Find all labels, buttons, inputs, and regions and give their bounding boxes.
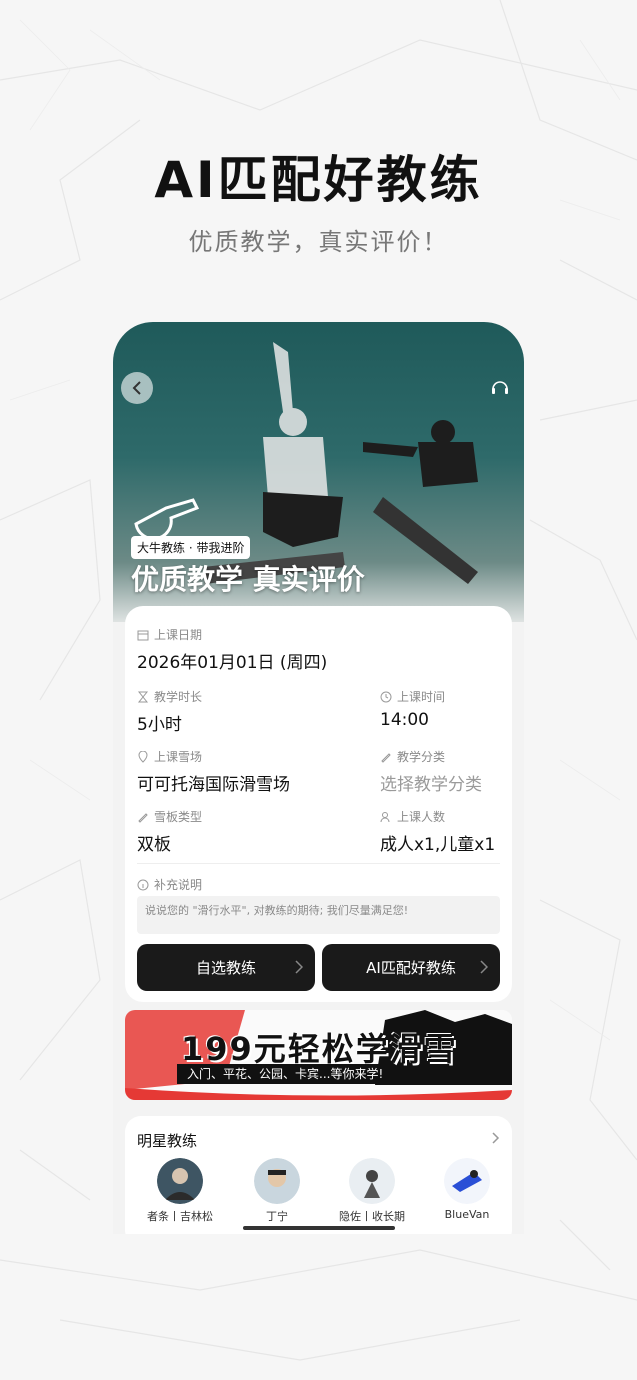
avatar bbox=[157, 1158, 203, 1204]
chevron-right-icon bbox=[480, 960, 488, 974]
people-label-text: 上课人数 bbox=[397, 810, 446, 824]
hero-tag: 大牛教练 · 带我进阶 bbox=[131, 536, 251, 559]
coach-card[interactable]: BlueVan bbox=[431, 1158, 503, 1221]
coach-card[interactable]: 者条丨吉林松 bbox=[144, 1158, 216, 1224]
time-value[interactable]: 14:00 bbox=[380, 710, 429, 730]
back-button[interactable] bbox=[121, 372, 153, 404]
chevron-right-icon[interactable] bbox=[492, 1132, 500, 1144]
ai-match-label: AI匹配好教练 bbox=[366, 959, 456, 977]
ai-match-button[interactable]: AI匹配好教练 bbox=[322, 944, 500, 991]
people-icon bbox=[380, 811, 390, 822]
duration-label-text: 教学时长 bbox=[154, 690, 203, 704]
booking-form-card: 上课日期 2026年01月01日 (周四) 教学时长 5小时 上课时间 14:0… bbox=[125, 606, 512, 1002]
star-coaches-title: 明星教练 bbox=[137, 1132, 198, 1150]
home-indicator bbox=[243, 1226, 395, 1230]
resort-label-text: 上课雪场 bbox=[154, 750, 203, 764]
choose-coach-button[interactable]: 自选教练 bbox=[137, 944, 315, 991]
snowboard-icon bbox=[138, 812, 148, 823]
people-value[interactable]: 成人x1,儿童x1 bbox=[380, 830, 495, 855]
clock-icon bbox=[380, 691, 392, 702]
category-label: 教学分类 bbox=[380, 748, 445, 765]
notes-label-text: 补充说明 bbox=[154, 878, 203, 892]
people-label: 上课人数 bbox=[380, 808, 445, 825]
date-label: 上课日期 bbox=[137, 626, 202, 643]
coach-card[interactable]: 隐佐丨收长期 bbox=[336, 1158, 408, 1224]
pencil-icon bbox=[381, 752, 391, 763]
date-label-text: 上课日期 bbox=[154, 628, 203, 642]
avatar bbox=[254, 1158, 300, 1204]
coach-name: BlueVan bbox=[444, 1208, 490, 1221]
calendar-icon bbox=[137, 630, 149, 640]
coach-name: 丁宁 bbox=[266, 1210, 288, 1223]
coach-card[interactable]: 丁宁 bbox=[241, 1158, 313, 1224]
headset-icon[interactable] bbox=[490, 378, 510, 398]
hourglass-icon bbox=[137, 691, 149, 702]
notes-input[interactable]: 说说您的 "滑行水平", 对教练的期待; 我们尽量满足您! bbox=[137, 896, 500, 934]
avatar bbox=[349, 1158, 395, 1204]
phone-screen: 大牛教练 · 带我进阶 优质教学 真实评价 上课日期 2026年01月01日 (… bbox=[113, 322, 524, 1234]
choose-coach-label: 自选教练 bbox=[195, 959, 256, 977]
coach-name: 者条丨吉林松 bbox=[147, 1210, 213, 1223]
resort-value[interactable]: 可可托海国际滑雪场 bbox=[137, 770, 290, 795]
board-label: 雪板类型 bbox=[137, 808, 202, 825]
avatar bbox=[444, 1158, 490, 1204]
chevron-left-icon bbox=[132, 381, 141, 395]
resort-label: 上课雪场 bbox=[137, 748, 202, 765]
chevron-right-icon bbox=[295, 960, 303, 974]
divider bbox=[137, 863, 500, 864]
duration-label: 教学时长 bbox=[137, 688, 202, 705]
hero-title: 优质教学 真实评价 bbox=[131, 563, 365, 596]
info-icon bbox=[137, 879, 149, 890]
subheadline: 优质教学，真实评价！ bbox=[188, 228, 449, 256]
star-coaches-section: 明星教练 者条丨吉林松 丁宁 隐佐丨收长期 BlueVan bbox=[125, 1116, 512, 1234]
notes-label: 补充说明 bbox=[137, 876, 202, 893]
banner-subtitle: 入门、平花、公园、卡宾...等你来学! bbox=[177, 1064, 394, 1084]
whistle-icon bbox=[134, 498, 200, 538]
category-label-text: 教学分类 bbox=[397, 750, 446, 764]
time-label-text: 上课时间 bbox=[397, 690, 446, 704]
date-value[interactable]: 2026年01月01日 (周四) bbox=[137, 648, 327, 673]
coach-name: 隐佐丨收长期 bbox=[339, 1210, 405, 1223]
board-value[interactable]: 双板 bbox=[137, 830, 171, 855]
duration-value[interactable]: 5小时 bbox=[137, 710, 182, 735]
location-pin-icon bbox=[138, 750, 148, 763]
time-label: 上课时间 bbox=[380, 688, 445, 705]
category-select[interactable]: 选择教学分类 bbox=[380, 770, 482, 795]
promo-banner[interactable]: 199元轻松学滑雪 入门、平花、公园、卡宾...等你来学! bbox=[125, 1010, 512, 1100]
hero-banner: 大牛教练 · 带我进阶 优质教学 真实评价 bbox=[113, 322, 524, 622]
board-label-text: 雪板类型 bbox=[154, 810, 203, 824]
headline: AI匹配好教练 bbox=[154, 151, 483, 209]
